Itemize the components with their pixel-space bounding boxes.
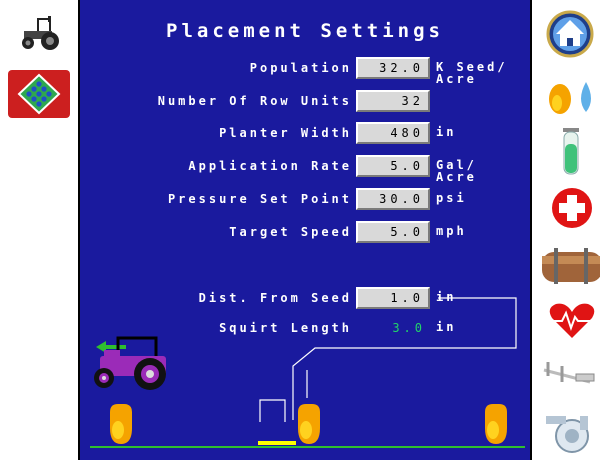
heart-rate-button[interactable]	[540, 296, 600, 344]
heart-rate-icon	[549, 303, 595, 338]
squirt-bracket	[259, 399, 286, 422]
caliper-icon	[543, 362, 595, 384]
placement-settings-panel: Placement Settings Population 32.0 K See…	[80, 0, 530, 460]
seed-right	[485, 404, 507, 444]
seed-left	[110, 404, 132, 444]
tractor-nav-button[interactable]	[8, 8, 70, 56]
dist-leader-line	[292, 297, 517, 420]
tank-icon	[542, 248, 602, 284]
home-icon	[546, 10, 594, 58]
placement-nav-button[interactable]	[8, 70, 70, 118]
seed-droplet-icon	[549, 82, 591, 114]
medical-cross-icon	[552, 188, 592, 228]
tank-button[interactable]	[540, 240, 602, 288]
placement-diagram	[90, 297, 525, 448]
left-sidebar	[0, 0, 80, 460]
pump-icon	[546, 416, 589, 453]
home-button[interactable]	[540, 10, 600, 58]
squirt-marker	[258, 441, 296, 445]
test-tube-button[interactable]	[540, 128, 600, 176]
diamond-grid-icon	[17, 73, 61, 115]
ground-line	[90, 446, 525, 448]
caliper-button[interactable]	[540, 350, 600, 398]
test-tube-icon	[563, 128, 579, 175]
pump-button[interactable]	[540, 406, 600, 454]
seed-droplet-button[interactable]	[540, 72, 600, 120]
right-sidebar	[530, 0, 602, 460]
medical-button[interactable]	[540, 184, 600, 232]
tractor-icon	[22, 16, 59, 50]
seed-middle	[298, 404, 320, 444]
